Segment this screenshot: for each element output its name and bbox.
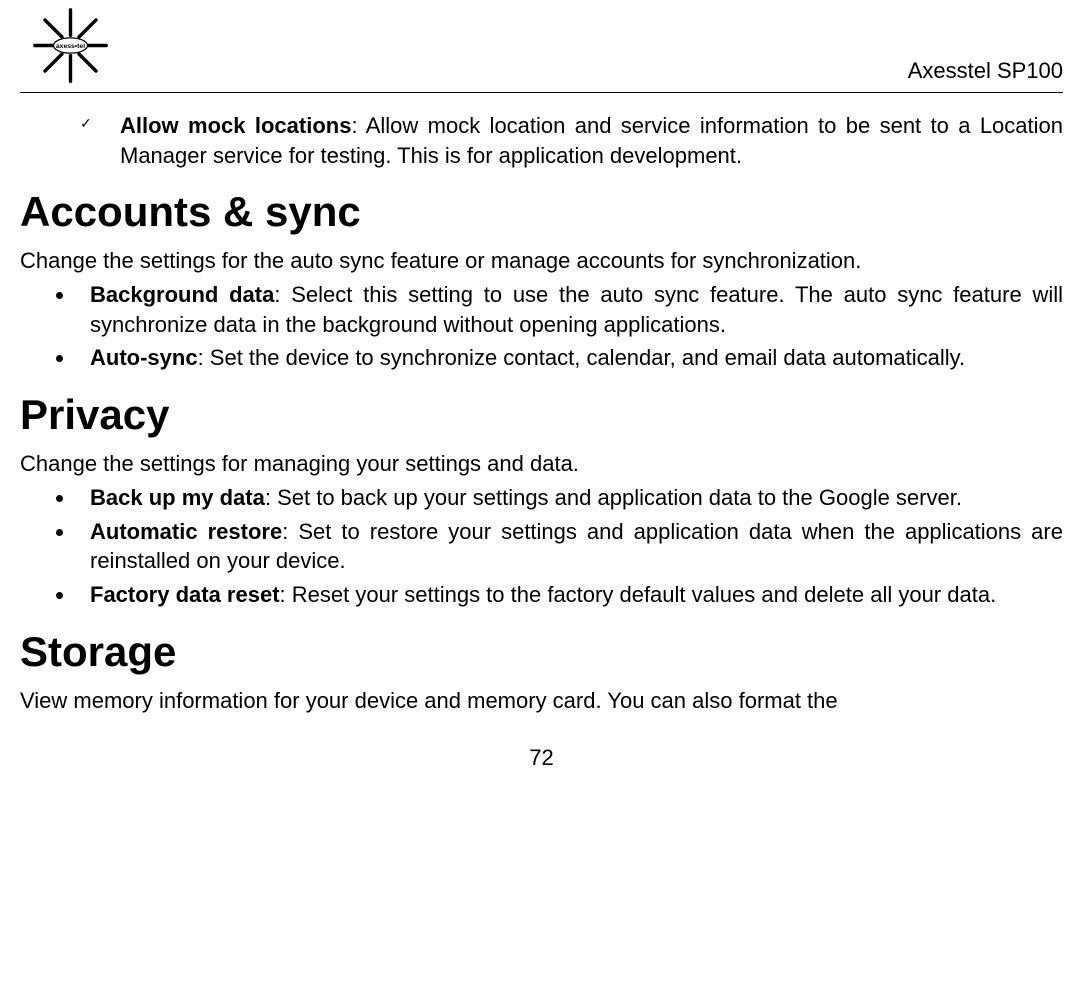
item-backup-data-bold: Back up my data (90, 485, 265, 510)
item-factory-reset: Factory data reset: Reset your settings … (50, 580, 1063, 610)
item-backup-data-text: : Set to back up your settings and appli… (265, 485, 962, 510)
allow-mock-bold: Allow mock locations (120, 113, 351, 138)
item-factory-reset-bold: Factory data reset (90, 582, 280, 607)
item-factory-reset-text: : Reset your settings to the factory def… (280, 582, 997, 607)
brand-logo: axess•tel (20, 0, 120, 90)
item-auto-sync: Auto-sync: Set the device to synchronize… (50, 343, 1063, 373)
heading-privacy: Privacy (20, 391, 1063, 439)
heading-accounts-sync: Accounts & sync (20, 188, 1063, 236)
heading-storage: Storage (20, 628, 1063, 676)
intro-accounts-sync: Change the settings for the auto sync fe… (20, 246, 1063, 276)
page-container: axess•tel Axesstel SP100 Allow mock loca… (0, 0, 1083, 791)
product-name: Axesstel SP100 (908, 58, 1063, 90)
intro-privacy: Change the settings for managing your se… (20, 449, 1063, 479)
list-privacy: Back up my data: Set to back up your set… (20, 483, 1063, 610)
allow-mock-item: Allow mock locations: Allow mock locatio… (80, 111, 1063, 170)
axesstel-logo-icon: axess•tel (23, 3, 118, 88)
page-number: 72 (20, 745, 1063, 771)
item-automatic-restore: Automatic restore: Set to restore your s… (50, 517, 1063, 576)
list-accounts-sync: Background data: Select this setting to … (20, 280, 1063, 373)
item-auto-sync-bold: Auto-sync (90, 345, 198, 370)
allow-mock-list: Allow mock locations: Allow mock locatio… (20, 111, 1063, 170)
item-auto-sync-text: : Set the device to synchronize contact,… (198, 345, 966, 370)
page-header: axess•tel Axesstel SP100 (20, 0, 1063, 93)
item-backup-data: Back up my data: Set to back up your set… (50, 483, 1063, 513)
svg-text:axess•tel: axess•tel (55, 43, 84, 50)
item-background-data-bold: Background data (90, 282, 274, 307)
item-automatic-restore-bold: Automatic restore (90, 519, 282, 544)
intro-storage: View memory information for your device … (20, 686, 1063, 716)
item-background-data: Background data: Select this setting to … (50, 280, 1063, 339)
